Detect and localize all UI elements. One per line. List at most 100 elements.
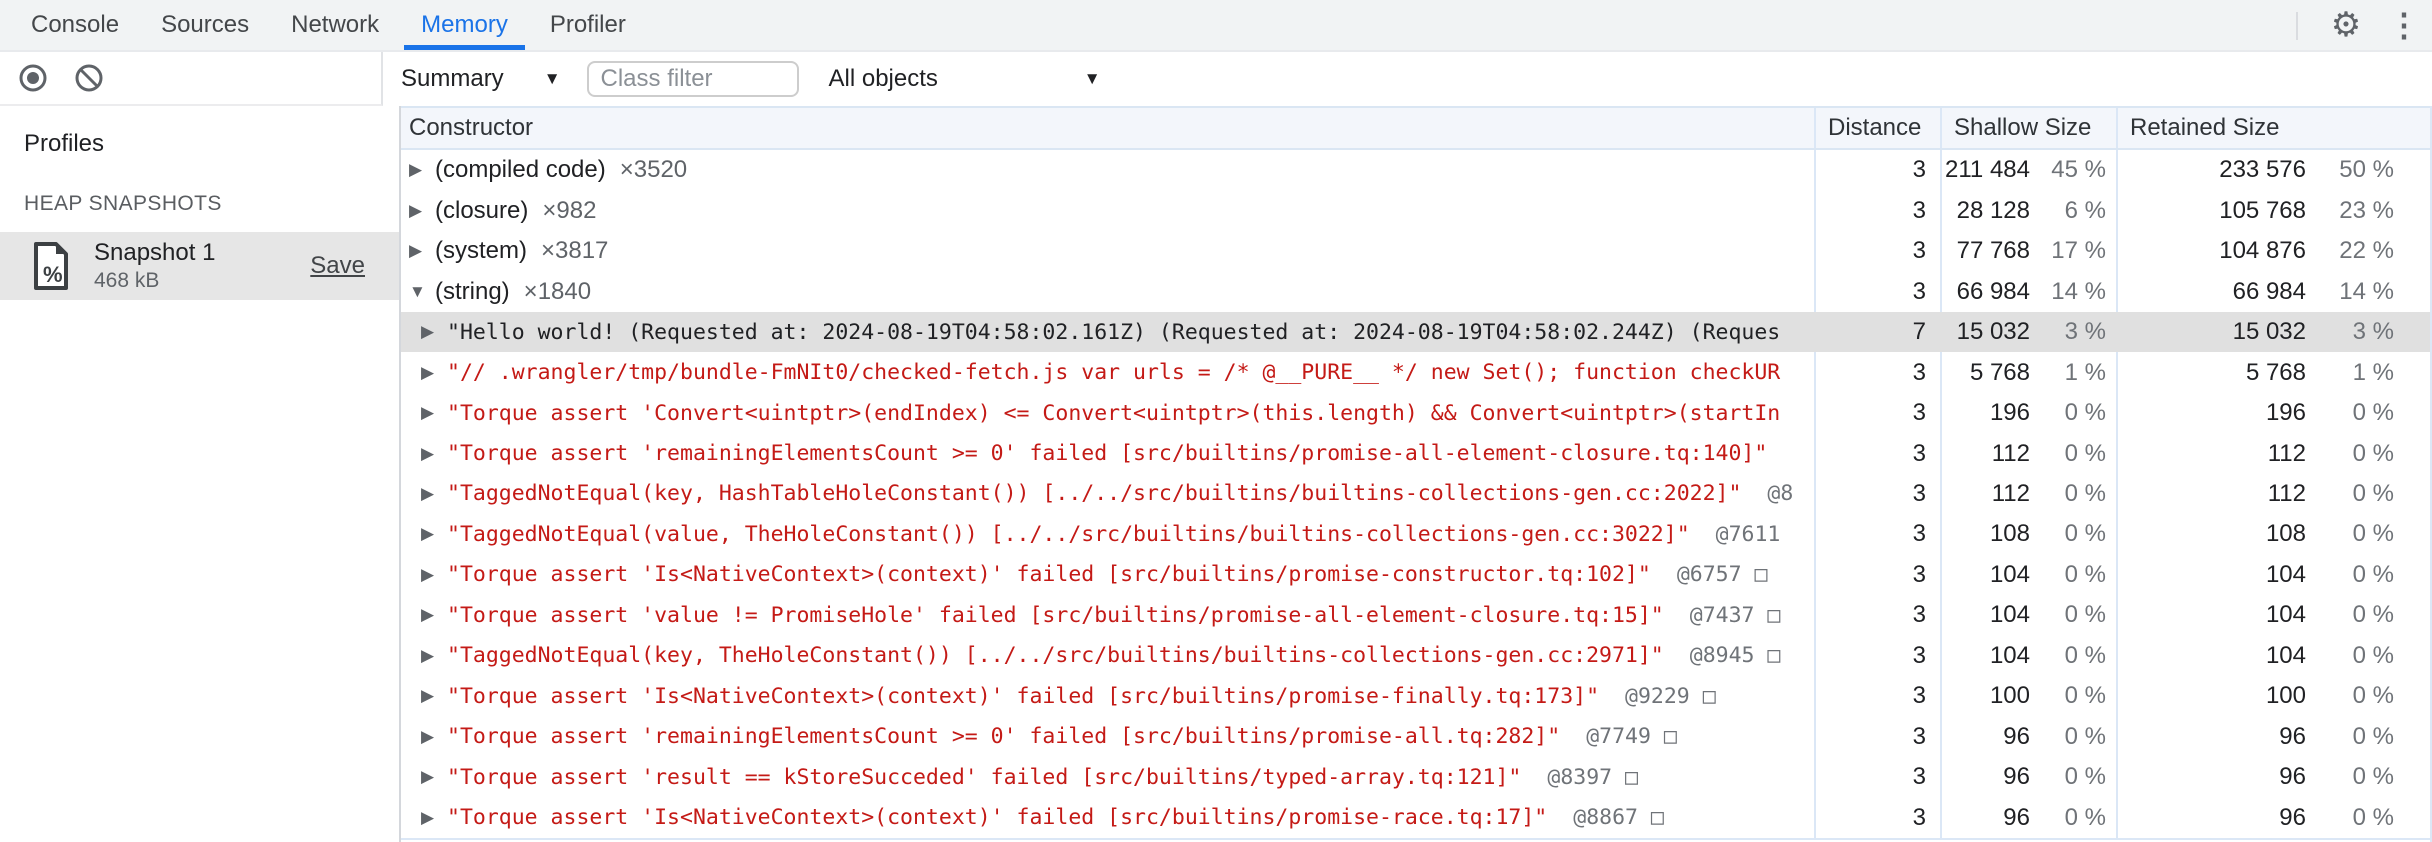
table-row[interactable]: ▶ "Torque assert 'remainingElementsCount … [401,433,2430,474]
tab-sources[interactable]: Sources [140,0,270,50]
retained-size-percent: 50 % [2339,156,2394,184]
settings-gear-icon[interactable]: ⚙ [2316,0,2376,50]
table-row[interactable]: ▶ (closure) ×982 3 28 128 6 % 105 768 23 % [401,190,2430,231]
heap-snapshot-document-icon: % [34,242,68,290]
shallow-size-cell: 15 032 3 % [1940,311,2116,353]
retained-size-value: 100 [2265,682,2306,710]
instance-count: ×3520 [619,156,688,184]
disclosure-triangle-icon[interactable]: ▶ [421,646,447,666]
column-header-retained-size[interactable]: Retained Size [2116,108,2430,148]
profiles-toolbar [0,52,383,106]
table-row[interactable]: ▶ (system) ×3817 3 77 768 17 % 104 876 22 % [401,230,2430,272]
shallow-size-cell: 104 0 % [1940,554,2116,596]
class-filter-input[interactable] [586,61,799,97]
disclosure-triangle-icon[interactable]: ▶ [421,484,447,504]
distance-cell: 3 [1814,150,1940,191]
disclosure-triangle-icon[interactable]: ▶ [409,160,435,180]
disclosure-triangle-icon[interactable]: ▶ [421,444,447,464]
retained-size-percent: 0 % [2352,399,2394,427]
disclosure-triangle-icon[interactable]: ▶ [421,686,447,706]
retained-size-cell: 196 0 % [2116,392,2430,434]
clear-profiles-icon[interactable] [72,61,106,95]
retained-size-cell: 112 0 % [2116,433,2430,474]
shallow-size-value: 112 [1991,479,2030,507]
constructor-name: "Torque assert 'Is<NativeContext>(contex… [447,805,1548,831]
constructor-name: (string) [435,277,510,305]
retained-size-percent: 14 % [2339,277,2394,305]
constructor-name: "TaggedNotEqual(key, HashTableHoleConsta… [447,481,1742,507]
disclosure-triangle-icon[interactable]: ▶ [409,241,435,261]
more-options-kebab-icon[interactable]: ⋮ [2376,0,2432,50]
retained-size-value: 104 [2265,560,2306,588]
column-header-shallow-size[interactable]: Shallow Size [1940,108,2116,148]
shallow-size-value: 96 [2003,763,2030,791]
table-row[interactable]: ▶ "TaggedNotEqual(key, TheHoleConstant())… [401,635,2430,677]
tab-memory[interactable]: Memory [400,0,529,50]
table-row[interactable]: ▶ "Torque assert 'remainingElementsCount … [401,716,2430,758]
distance-cell: 3 [1814,230,1940,272]
table-row[interactable]: ▶ "Torque assert 'Is<NativeContext>(conte… [401,554,2430,596]
column-header-constructor[interactable]: Constructor [401,108,1814,148]
retained-size-cell: 104 0 % [2116,554,2430,596]
retained-size-percent: 0 % [2352,722,2394,750]
distance-cell: 3 [1814,757,1940,798]
instance-count: ×982 [542,196,597,224]
distance-cell: 3 [1814,352,1940,393]
disclosure-triangle-icon[interactable]: ▶ [421,403,447,423]
shallow-size-percent: 0 % [2064,722,2106,750]
constructor-cell: ▶ "Torque assert 'Is<NativeContext>(conte… [401,798,1814,838]
constructor-name: "TaggedNotEqual(value, TheHoleConstant()… [447,521,1690,547]
table-row[interactable]: ▶ "Torque assert 'Convert<uintptr>(endInd… [401,392,2430,434]
record-heap-snapshot-icon[interactable] [16,61,50,95]
devtools-tab-bar: Console Sources Network Memory Profiler … [0,0,2432,52]
table-row[interactable]: ▶ "// .wrangler/tmp/bundle-FmNIt0/checked… [401,352,2430,393]
retained-size-cell: 15 032 3 % [2116,311,2430,353]
table-row[interactable]: ▶ "Torque assert 'value != PromiseHole' f… [401,595,2430,636]
disclosure-triangle-icon[interactable]: ▶ [421,767,447,787]
instance-count: ×3817 [541,237,609,265]
disclosure-triangle-icon[interactable]: ▶ [421,727,447,747]
retained-size-value: 108 [2265,520,2306,548]
constructor-name: "Torque assert 'Is<NativeContext>(contex… [447,683,1600,709]
shallow-size-value: 5 768 [1969,358,2030,386]
table-row[interactable]: ▶ "TaggedNotEqual(value, TheHoleConstant(… [401,514,2430,555]
table-row[interactable]: ▶ (compiled code) ×3520 3 211 484 45 % 233 … [401,150,2430,191]
disclosure-triangle-icon[interactable]: ▶ [421,363,447,383]
disclosure-triangle-icon[interactable]: ▶ [421,565,447,585]
constructor-cell: ▼ (string) ×1840 [401,271,1814,311]
constructor-cell: ▶ "Torque assert 'remainingElementsCount … [401,717,1814,757]
disclosure-triangle-icon[interactable]: ▶ [421,322,447,342]
save-snapshot-link[interactable]: Save [310,252,365,280]
disclosure-triangle-icon[interactable]: ▶ [409,201,435,221]
column-header-distance[interactable]: Distance [1814,108,1940,148]
retained-size-value: 15 032 [2232,318,2306,346]
table-row[interactable]: ▶ "Torque assert 'result == kStoreSuccede… [401,757,2430,798]
chevron-down-icon: ▼ [1083,69,1101,88]
constructor-name: "Torque assert 'value != PromiseHole' fa… [447,602,1664,628]
shallow-size-percent: 0 % [2064,682,2106,710]
instance-count: ×1840 [523,277,592,305]
disclosure-triangle-icon[interactable]: ▶ [421,605,447,625]
constructor-cell: ▶ (compiled code) ×3520 [401,150,1814,190]
perspective-select[interactable]: Summary ▼ [401,65,561,93]
tab-network[interactable]: Network [270,0,400,50]
retained-size-value: 96 [2279,763,2306,791]
table-row[interactable]: ▶ "TaggedNotEqual(key, HashTableHoleConst… [401,473,2430,515]
object-scope-select[interactable]: All objects ▼ [829,65,1101,93]
disclosure-triangle-icon[interactable]: ▶ [421,808,447,828]
tab-profiler[interactable]: Profiler [529,0,647,50]
table-row[interactable]: ▶ "Torque assert 'Is<NativeContext>(conte… [401,797,2430,838]
shallow-size-percent: 1 % [2064,358,2106,386]
table-row[interactable]: ▶ "Hello world! (Requested at: 2024-08-19… [401,311,2430,353]
table-row[interactable]: ▶ "Torque assert 'Is<NativeContext>(conte… [401,676,2430,717]
retained-size-percent: 0 % [2352,641,2394,669]
tab-console[interactable]: Console [10,0,140,50]
disclosure-triangle-icon[interactable]: ▼ [409,282,435,302]
memory-panel-body: Profiles HEAP SNAPSHOTS % Snapshot 1 468… [0,106,2432,842]
disclosure-triangle-icon[interactable]: ▶ [421,524,447,544]
retained-size-percent: 0 % [2352,479,2394,507]
table-row[interactable]: ▼ (string) ×1840 3 66 984 14 % 66 984 14 % [401,271,2430,312]
retained-size-value: 5 768 [2245,358,2306,386]
sidebar-item-snapshot-1[interactable]: % Snapshot 1 468 kB Save [0,232,399,300]
shallow-size-percent: 0 % [2064,560,2106,588]
